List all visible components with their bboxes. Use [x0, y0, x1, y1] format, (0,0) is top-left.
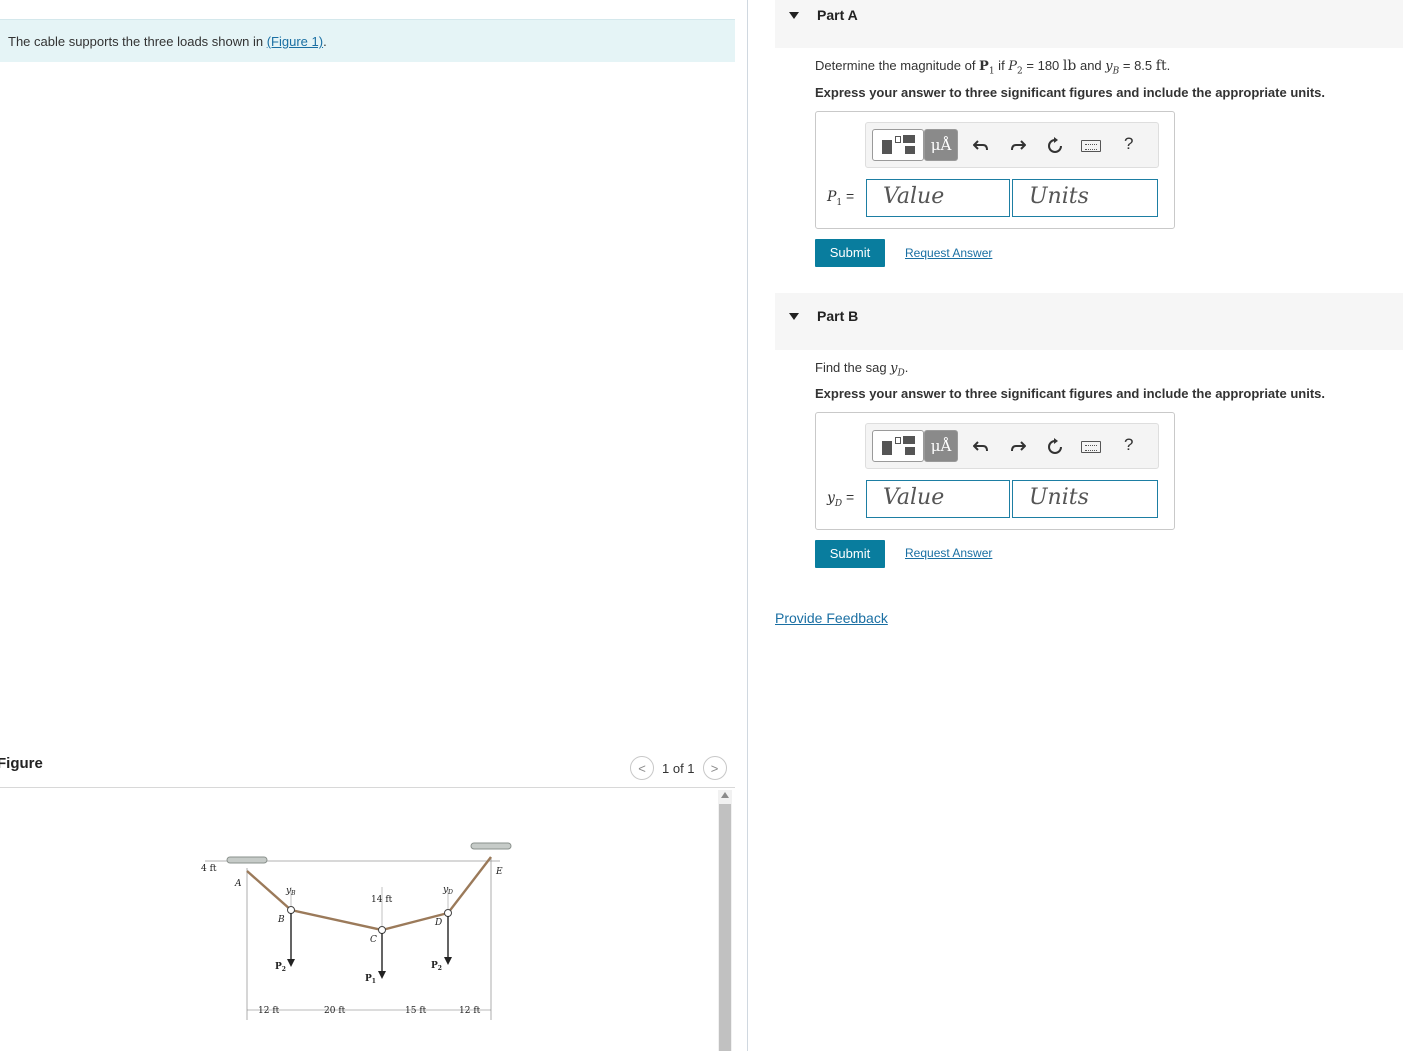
units-symbols-button[interactable]: μÅ [924, 430, 958, 462]
help-button[interactable]: ? [1124, 134, 1133, 154]
label-yb: yB [285, 886, 296, 897]
request-answer-link-part-a[interactable]: Request Answer [905, 246, 992, 260]
problem-text: The cable supports the three loads shown… [8, 34, 267, 49]
figure-link[interactable]: (Figure 1) [267, 34, 323, 49]
chevron-right-icon: > [710, 760, 719, 776]
keyboard-icon[interactable] [1081, 140, 1101, 152]
chevron-left-icon: < [638, 760, 646, 776]
node-b [287, 906, 295, 914]
part-b-instruction: Express your answer to three significant… [815, 386, 1325, 401]
undo-icon[interactable] [970, 135, 992, 157]
part-a-instruction: Express your answer to three significant… [815, 85, 1325, 100]
submit-button-part-b[interactable]: Submit [815, 540, 885, 568]
keyboard-icon[interactable] [1081, 441, 1101, 453]
help-button[interactable]: ? [1124, 435, 1133, 455]
units-input[interactable]: Units [1012, 480, 1158, 518]
part-b-answer-box: μÅ ? yD = Value Units [815, 412, 1175, 530]
templates-button[interactable] [872, 129, 924, 161]
math-toolbar: μÅ ? [865, 423, 1159, 469]
part-a-label: Part A [817, 7, 858, 23]
collapse-triangle-icon[interactable] [789, 12, 799, 19]
part-b-question: Find the sag yD. [815, 360, 909, 379]
prev-figure-button[interactable]: < [630, 756, 654, 780]
undo-icon[interactable] [970, 436, 992, 458]
label-p2-right: P2 [431, 961, 442, 972]
math-toolbar: μÅ ? [865, 122, 1159, 168]
scroll-up-icon[interactable] [721, 792, 729, 798]
node-d [444, 909, 452, 917]
problem-text-end: . [323, 34, 327, 49]
templates-button[interactable] [872, 430, 924, 462]
label-a: A [234, 879, 242, 889]
next-figure-button[interactable]: > [702, 756, 727, 780]
problem-statement: The cable supports the three loads shown… [0, 19, 735, 62]
dim-15ft: 15 ft [405, 1006, 427, 1016]
label-c: C [370, 935, 377, 945]
redo-icon[interactable] [1007, 135, 1029, 157]
part-a-answer-box: μÅ ? P1 = Value Units [815, 111, 1175, 229]
provide-feedback-link[interactable]: Provide Feedback [775, 610, 888, 626]
support-e-icon [470, 842, 512, 850]
dim-4ft: 4 ft [201, 864, 217, 874]
label-p1: P1 [365, 974, 376, 985]
part-a-question: Determine the magnitude of P1 if P2 = 18… [815, 58, 1171, 77]
part-a-header[interactable]: Part A [775, 0, 1403, 48]
submit-button-part-a[interactable]: Submit [815, 239, 885, 267]
label-d: D [434, 918, 442, 928]
scroll-thumb[interactable] [719, 804, 731, 1051]
figure-count: 1 of 1 [662, 760, 695, 776]
pane-divider [747, 0, 748, 1051]
part-b-label: Part B [817, 308, 859, 324]
figure-pager: < 1 of 1 > [630, 756, 727, 780]
label-e: E [495, 867, 503, 877]
arrow-down-icon [378, 971, 386, 979]
figure-scrollbar[interactable] [718, 790, 732, 1051]
units-symbols-button[interactable]: μÅ [924, 129, 958, 161]
label-b: B [277, 915, 285, 925]
dim-12ft-right: 12 ft [459, 1006, 481, 1016]
dim-12ft-left: 12 ft [258, 1006, 280, 1016]
figure-title: Figure [0, 755, 43, 772]
p1-label: P1 = [827, 188, 855, 208]
cable-figure: 4 ft A B C D E yB yD 14 ft P2 P1 P2 12 f… [201, 842, 512, 1020]
redo-icon[interactable] [1007, 436, 1029, 458]
dim-20ft: 20 ft [324, 1006, 346, 1016]
request-answer-link-part-b[interactable]: Request Answer [905, 546, 992, 560]
yd-label: yD = [827, 489, 855, 509]
value-input[interactable]: Value [866, 480, 1010, 518]
collapse-triangle-icon[interactable] [789, 313, 799, 320]
part-b-header[interactable]: Part B [775, 293, 1403, 350]
arrow-down-icon [287, 959, 295, 967]
figure-divider [0, 787, 735, 788]
reset-icon[interactable] [1044, 135, 1066, 157]
label-yd: yD [442, 885, 453, 896]
node-c [378, 926, 386, 934]
label-p2-left: P2 [275, 962, 286, 973]
reset-icon[interactable] [1044, 436, 1066, 458]
value-input[interactable]: Value [866, 179, 1010, 217]
support-a-icon [226, 856, 268, 864]
arrow-down-icon [444, 957, 452, 965]
units-input[interactable]: Units [1012, 179, 1158, 217]
dim-14ft: 14 ft [371, 895, 393, 905]
